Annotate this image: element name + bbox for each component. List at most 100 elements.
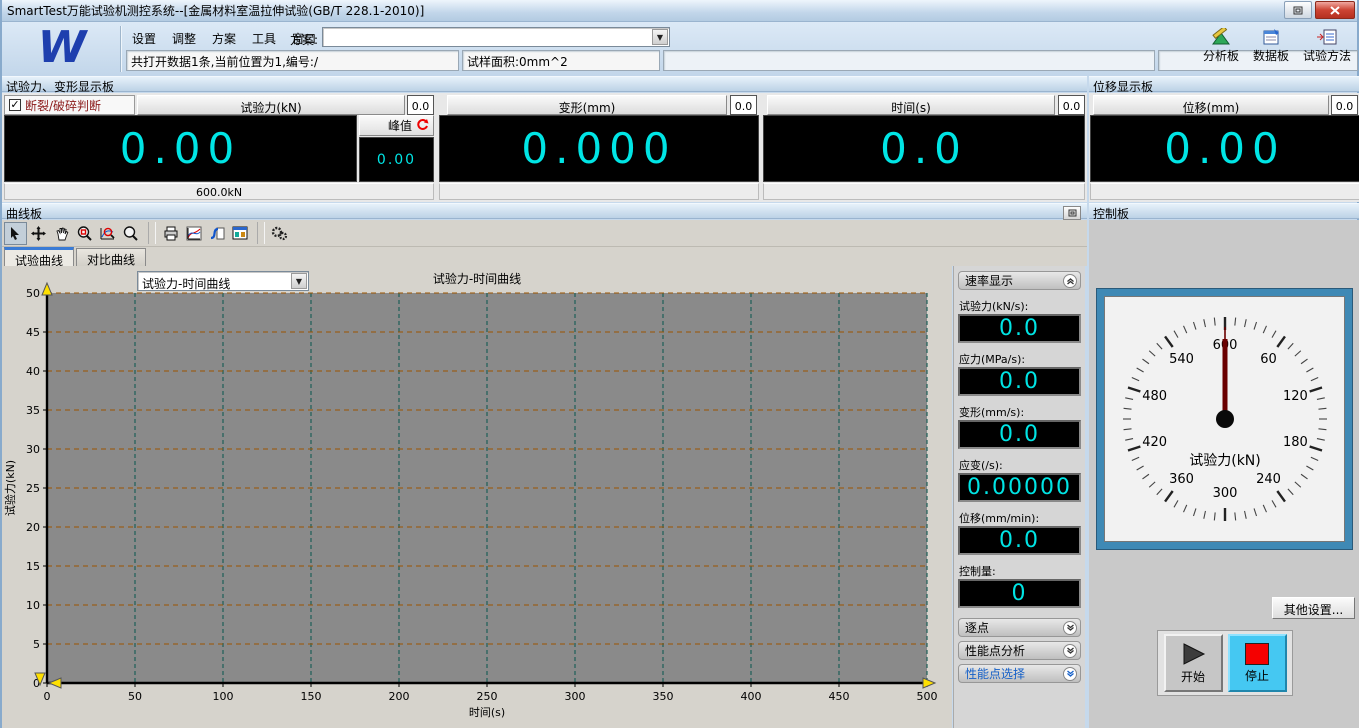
tab-test-curve[interactable]: 试验曲线: [4, 247, 74, 266]
rate-field-display: 0: [958, 579, 1081, 608]
svg-text:100: 100: [213, 690, 234, 703]
svg-text:试验力(kN): 试验力(kN): [1189, 453, 1261, 469]
time-aux-value: 0.0: [1058, 95, 1085, 115]
rate-field-label: 试验力(kN/s):: [959, 298, 1081, 312]
stop-button[interactable]: 停止: [1228, 634, 1287, 692]
control-panel-body: 60060120180240300360420480540试验力(kN) 其他设…: [1089, 220, 1359, 728]
svg-text:300: 300: [1213, 486, 1238, 501]
rate-panel-title-bar[interactable]: 速率显示: [958, 271, 1081, 290]
svg-text:35: 35: [26, 404, 40, 417]
curve-tabs: 试验曲线 对比曲线: [2, 247, 1087, 266]
app-logo: W: [6, 24, 114, 72]
svg-text:540: 540: [1169, 352, 1194, 367]
chart-title: 试验力-时间曲线: [2, 270, 952, 287]
rate-panel: 速率显示 试验力(kN/s):0.0应力(MPa/s):0.0变形(mm/s):…: [953, 266, 1085, 728]
settings-gears-button[interactable]: [268, 222, 291, 245]
collapse-down-icon[interactable]: [1063, 621, 1077, 635]
menu-item[interactable]: 设置: [126, 28, 162, 46]
divider: [257, 222, 265, 244]
menu-item[interactable]: 方案: [206, 28, 242, 46]
displacement-unit-bar: [1090, 183, 1359, 200]
time-header-button[interactable]: 时间(s): [767, 95, 1055, 115]
break-detect-checkbox[interactable]: ✓: [9, 99, 21, 111]
rate-field-label: 位移(mm/min):: [959, 510, 1081, 524]
deform-aux-value: 0.0: [730, 95, 757, 115]
collapse-up-icon[interactable]: [1063, 274, 1077, 288]
svg-text:60: 60: [1260, 352, 1277, 367]
force-header-button[interactable]: 试验力(kN): [137, 95, 405, 115]
svg-text:5: 5: [33, 638, 40, 651]
deform-header-button[interactable]: 变形(mm): [447, 95, 727, 115]
force-panel-body: ✓ 断裂/破碎判断 试验力(kN) 0.0 0.00 峰值 0.00 600.0…: [2, 93, 1087, 202]
section-bar[interactable]: 性能点选择: [958, 664, 1081, 683]
method-doc-icon: [1316, 28, 1338, 46]
rate-sections: 逐点性能点分析性能点选择: [958, 618, 1081, 683]
section-label: 逐点: [965, 619, 989, 636]
analysis-panel-button[interactable]: 分析板: [1203, 28, 1239, 64]
menu-item[interactable]: 工具: [246, 28, 282, 46]
start-button[interactable]: 开始: [1164, 634, 1223, 692]
svg-text:300: 300: [565, 690, 586, 703]
restore-icon: [1293, 6, 1303, 15]
svg-text:450: 450: [829, 690, 850, 703]
svg-text:20: 20: [26, 521, 40, 534]
other-settings-button[interactable]: 其他设置...: [1272, 597, 1355, 619]
pan-hand-icon: [55, 226, 69, 241]
curve-style-button[interactable]: [182, 222, 205, 245]
pan-tool-button[interactable]: [50, 222, 73, 245]
data-panel-button[interactable]: 数据板: [1253, 28, 1289, 64]
copy-curve-button[interactable]: [205, 222, 228, 245]
force-lcd-display: 0.00: [4, 115, 357, 182]
deform-display-group: 变形(mm) 0.0 0.000: [439, 93, 760, 204]
deform-lcd-display: 0.000: [439, 115, 759, 182]
displacement-aux-value: 0.0: [1331, 95, 1358, 115]
break-detect-label: 断裂/破碎判断: [25, 97, 101, 114]
collapse-down-icon[interactable]: [1063, 644, 1077, 658]
pointer-icon: [8, 226, 23, 241]
move-cross-icon: [31, 226, 46, 241]
menu-item[interactable]: 调整: [166, 28, 202, 46]
deform-unit-bar: [439, 183, 759, 200]
zoom-curve-tool-button[interactable]: [96, 222, 119, 245]
force-time-chart[interactable]: 0510152025303540455005010015020025030035…: [2, 266, 952, 728]
force-panel-header: 试验力、变形显示板: [2, 76, 1087, 92]
section-bar[interactable]: 性能点分析: [958, 641, 1081, 660]
rate-fields: 试验力(kN/s):0.0应力(MPa/s):0.0变形(mm/s):0.0应变…: [958, 298, 1081, 608]
chevron-down-icon[interactable]: ▼: [652, 29, 668, 45]
svg-text:400: 400: [741, 690, 762, 703]
svg-text:500: 500: [917, 690, 938, 703]
force-aux-value: 0.0: [407, 95, 434, 115]
window-view-button[interactable]: [228, 222, 251, 245]
section-label: 性能点分析: [965, 642, 1025, 659]
scheme-combobox[interactable]: ▼: [322, 27, 670, 47]
zoom-box-tool-button[interactable]: [73, 222, 96, 245]
curve-panel-restore-button[interactable]: [1063, 206, 1081, 220]
rate-field-display: 0.0: [958, 314, 1081, 343]
svg-text:480: 480: [1142, 389, 1167, 404]
collapse-down-icon[interactable]: [1063, 667, 1077, 681]
peak-button[interactable]: 峰值: [359, 115, 434, 136]
displacement-panel-header: 位移显示板: [1089, 76, 1359, 92]
svg-text:10: 10: [26, 599, 40, 612]
zoom-out-tool-button[interactable]: [119, 222, 142, 245]
curve-style-icon: [186, 226, 202, 241]
svg-text:15: 15: [26, 560, 40, 573]
rate-field-display: 0.0: [958, 367, 1081, 396]
control-panel-header: 控制板: [1089, 203, 1359, 219]
rate-field-label: 应变(/s):: [959, 457, 1081, 471]
restore-window-button[interactable]: [1284, 1, 1312, 19]
svg-text:150: 150: [301, 690, 322, 703]
notepad-icon: [1260, 28, 1282, 46]
displacement-header-button[interactable]: 位移(mm): [1093, 95, 1329, 115]
section-bar[interactable]: 逐点: [958, 618, 1081, 637]
gauge-face: 60060120180240300360420480540试验力(kN): [1104, 296, 1345, 542]
pointer-tool-button[interactable]: [4, 222, 27, 245]
print-button[interactable]: [159, 222, 182, 245]
test-method-button[interactable]: 试验方法: [1303, 28, 1351, 64]
analysis-pencil-icon: [1210, 28, 1232, 46]
close-window-button[interactable]: [1315, 1, 1355, 19]
printer-icon: [163, 226, 179, 241]
tab-compare-curve[interactable]: 对比曲线: [76, 248, 146, 266]
time-lcd-display: 0.0: [763, 115, 1085, 182]
move-tool-button[interactable]: [27, 222, 50, 245]
